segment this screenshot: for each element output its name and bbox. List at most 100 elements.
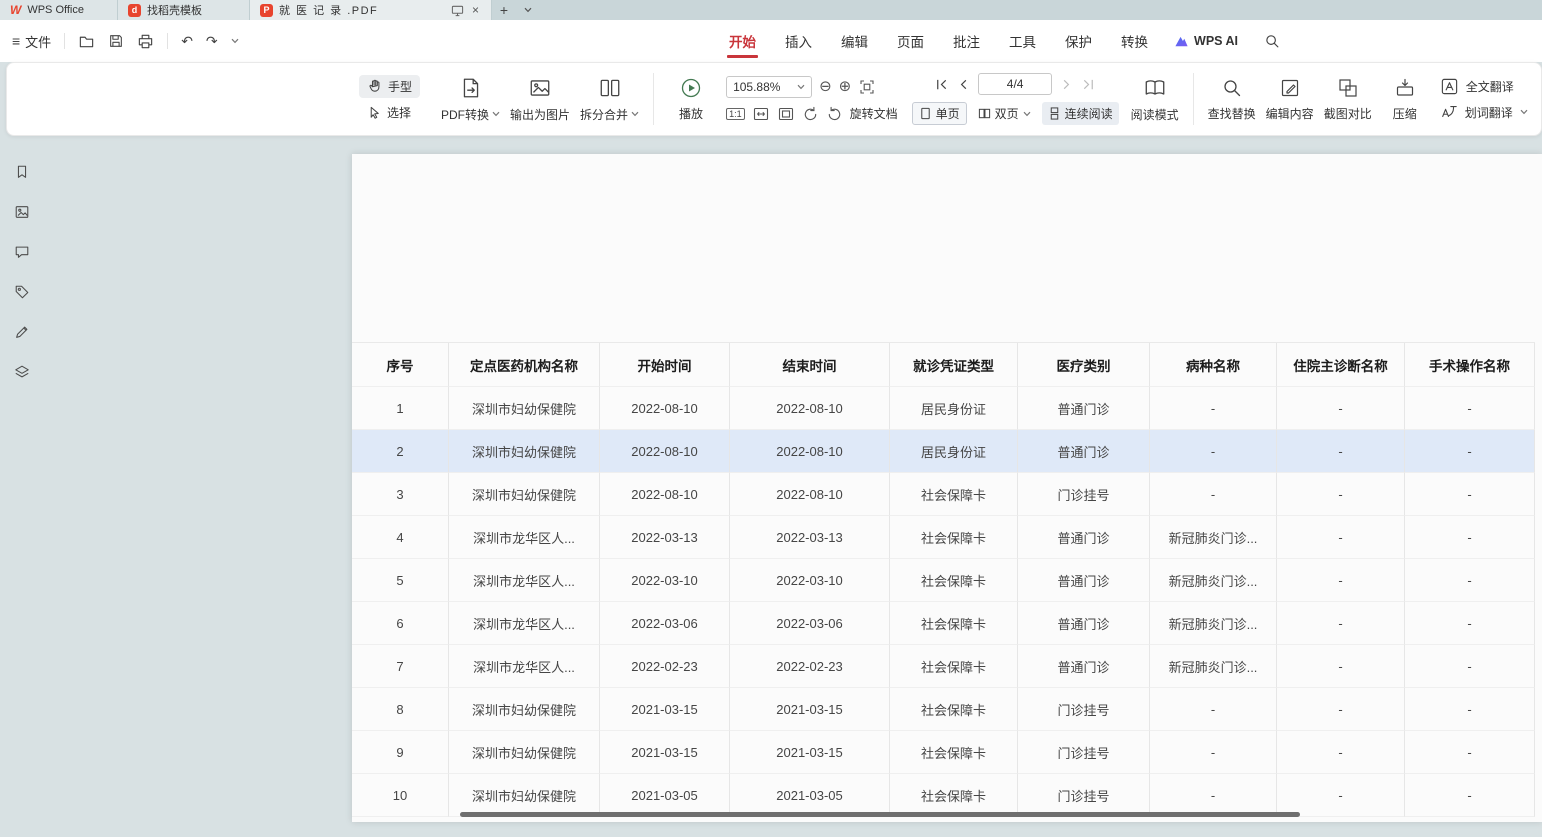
single-page-button[interactable]: 单页: [912, 102, 967, 125]
table-cell: -: [1277, 516, 1405, 559]
zoom-level-select[interactable]: 105.88%: [726, 76, 812, 98]
table-cell: 2021-03-15: [730, 731, 890, 774]
compress-icon: [1394, 77, 1416, 99]
column-header: 开始时间: [600, 343, 730, 387]
comments-icon[interactable]: [14, 244, 30, 260]
export-image-button[interactable]: 输出为图片: [505, 67, 575, 131]
divider: [167, 33, 168, 49]
single-page-icon: [919, 107, 932, 120]
new-tab-button[interactable]: +: [492, 0, 516, 20]
read-mode-button[interactable]: 阅读模式: [1126, 67, 1184, 131]
screenshot-compare-button[interactable]: 截图对比: [1319, 67, 1377, 131]
tab-wps-office[interactable]: W WPS Office: [0, 0, 118, 20]
select-tool-button[interactable]: 选择: [359, 101, 420, 124]
first-page-icon[interactable]: [934, 77, 949, 92]
table-row[interactable]: 4深圳市龙华区人...2022-03-132022-03-13社会保障卡普通门诊…: [352, 516, 1535, 559]
read-mode-icon: [1143, 76, 1167, 100]
table-cell: -: [1150, 731, 1277, 774]
find-replace-button[interactable]: 查找替换: [1203, 67, 1261, 131]
table-cell: -: [1277, 559, 1405, 602]
menu-item-4[interactable]: 批注: [953, 20, 980, 62]
thumbnails-icon[interactable]: [14, 204, 30, 220]
column-header: 结束时间: [730, 343, 890, 387]
previous-page-icon[interactable]: [956, 77, 971, 92]
menu-item-3[interactable]: 页面: [897, 20, 924, 62]
table-cell: -: [1405, 731, 1535, 774]
continuous-read-button[interactable]: 连续阅读: [1042, 102, 1119, 125]
zoom-out-icon[interactable]: ⊖: [819, 79, 832, 94]
menu-item-2[interactable]: 编辑: [841, 20, 868, 62]
column-header: 住院主诊断名称: [1277, 343, 1405, 387]
table-cell: 7: [352, 645, 449, 688]
fit-page-icon[interactable]: [777, 105, 795, 123]
table-cell: -: [1405, 688, 1535, 731]
compress-button[interactable]: 压缩: [1377, 67, 1433, 131]
split-merge-button[interactable]: 拆分合并: [575, 67, 644, 131]
bookmark-icon[interactable]: [14, 164, 30, 180]
tag-icon[interactable]: [14, 284, 30, 300]
layers-icon[interactable]: [14, 364, 30, 380]
table-cell: 普通门诊: [1018, 602, 1150, 645]
redo-icon[interactable]: ↷: [206, 33, 218, 50]
horizontal-scrollbar-thumb[interactable]: [460, 812, 1300, 817]
wps-ai-label: WPS AI: [1194, 34, 1238, 48]
next-page-icon[interactable]: [1059, 77, 1074, 92]
close-tab-icon[interactable]: ×: [470, 3, 481, 17]
table-cell: 2022-02-23: [600, 645, 730, 688]
search-icon[interactable]: [1264, 33, 1280, 49]
table-row[interactable]: 3深圳市妇幼保健院2022-08-102022-08-10社会保障卡门诊挂号--…: [352, 473, 1535, 516]
table-row[interactable]: 6深圳市龙华区人...2022-03-062022-03-06社会保障卡普通门诊…: [352, 602, 1535, 645]
menu-item-0[interactable]: 开始: [729, 20, 756, 62]
table-row[interactable]: 9深圳市妇幼保健院2021-03-152021-03-15社会保障卡门诊挂号--…: [352, 731, 1535, 774]
double-page-button[interactable]: 双页: [974, 103, 1035, 124]
undo-icon[interactable]: ↶: [181, 33, 193, 50]
pdf-convert-button[interactable]: PDF转换: [436, 67, 505, 131]
rotate-doc-label[interactable]: 旋转文档: [850, 105, 898, 122]
table-cell: 社会保障卡: [890, 473, 1018, 516]
zoom-in-icon[interactable]: ⊕: [839, 79, 852, 94]
table-row[interactable]: 7深圳市龙华区人...2022-02-232022-02-23社会保障卡普通门诊…: [352, 645, 1535, 688]
full-translate-button[interactable]: 全文翻译: [1440, 77, 1528, 96]
menu-item-5[interactable]: 工具: [1009, 20, 1036, 62]
file-menu-button[interactable]: ≡ 文件: [12, 32, 51, 51]
table-cell: 深圳市龙华区人...: [449, 645, 600, 688]
table-row[interactable]: 1深圳市妇幼保健院2022-08-102022-08-10居民身份证普通门诊--…: [352, 387, 1535, 430]
divider: [64, 33, 65, 49]
menu-item-1[interactable]: 插入: [785, 20, 812, 62]
table-row[interactable]: 8深圳市妇幼保健院2021-03-152021-03-15社会保障卡门诊挂号--…: [352, 688, 1535, 731]
table-cell: -: [1405, 774, 1535, 817]
open-folder-icon[interactable]: [78, 33, 95, 50]
print-icon[interactable]: [137, 33, 154, 50]
tab-list-chevron-icon[interactable]: [516, 0, 540, 20]
table-row[interactable]: 2深圳市妇幼保健院2022-08-102022-08-10居民身份证普通门诊--…: [352, 430, 1535, 473]
table-cell: 普通门诊: [1018, 559, 1150, 602]
save-icon[interactable]: [108, 33, 124, 49]
tab-document-pdf[interactable]: P 就 医 记 录 .PDF ×: [250, 0, 492, 20]
table-cell: 2022-03-10: [730, 559, 890, 602]
hand-tool-button[interactable]: 手型: [359, 75, 420, 98]
word-translate-button[interactable]: 划词翻译: [1440, 103, 1528, 121]
menu-item-6[interactable]: 保护: [1065, 20, 1092, 62]
page-number-input[interactable]: 4/4: [978, 73, 1052, 95]
play-button[interactable]: 播放: [663, 67, 719, 131]
wps-ai-button[interactable]: WPS AI: [1174, 34, 1238, 49]
rotate-right-icon[interactable]: [826, 105, 843, 122]
rotate-left-icon[interactable]: [802, 105, 819, 122]
table-row[interactable]: 10深圳市妇幼保健院2021-03-052021-03-05社会保障卡门诊挂号-…: [352, 774, 1535, 817]
tab-docer-templates[interactable]: d 找稻壳模板: [118, 0, 250, 20]
table-row[interactable]: 5深圳市龙华区人...2022-03-102022-03-10社会保障卡普通门诊…: [352, 559, 1535, 602]
actual-size-icon[interactable]: 1:1: [726, 108, 745, 120]
hand-tool-label: 手型: [388, 78, 412, 95]
menu-item-7[interactable]: 转换: [1121, 20, 1148, 62]
fit-selection-icon[interactable]: [858, 78, 876, 96]
table-body: 1深圳市妇幼保健院2022-08-102022-08-10居民身份证普通门诊--…: [352, 387, 1535, 817]
single-page-label: 单页: [936, 105, 960, 122]
last-page-icon[interactable]: [1081, 77, 1096, 92]
edit-content-button[interactable]: 编辑内容: [1261, 67, 1319, 131]
fit-width-icon[interactable]: [752, 105, 770, 123]
monitor-icon[interactable]: [451, 4, 464, 17]
table-cell: 2022-08-10: [600, 430, 730, 473]
tab-label: WPS Office: [27, 4, 84, 16]
undo-history-chevron-icon[interactable]: [231, 38, 239, 44]
pen-icon[interactable]: [14, 324, 30, 340]
